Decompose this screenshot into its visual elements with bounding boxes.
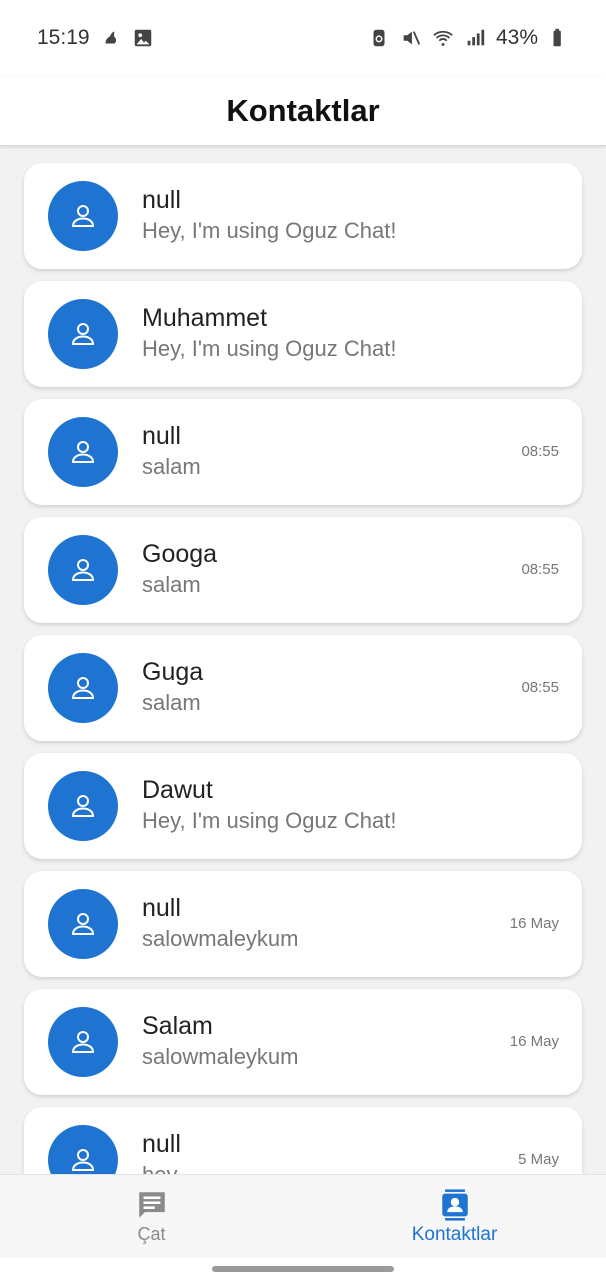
- contact-message: salam: [142, 572, 201, 597]
- contact-texts: Salam salowmaleykum: [142, 1011, 299, 1071]
- contacts-icon: [441, 1188, 468, 1221]
- app-bar: Kontaktlar: [0, 76, 606, 146]
- contact-message: salowmaleykum: [142, 1044, 299, 1069]
- contact-texts: null salowmaleykum: [142, 893, 299, 953]
- contact-message: salowmaleykum: [142, 926, 299, 951]
- contact-name: null: [142, 894, 181, 922]
- contact-message: hey: [142, 1161, 181, 1174]
- page-title: Kontaktlar: [226, 92, 380, 128]
- contact-texts: Dawut Hey, I'm using Oguz Chat!: [142, 775, 396, 835]
- contact-name: Salam: [142, 1012, 213, 1040]
- signal-icon: [464, 27, 486, 49]
- person-icon: [71, 441, 95, 463]
- person-icon: [71, 323, 95, 345]
- contact-texts: null Hey, I'm using Oguz Chat!: [142, 185, 396, 245]
- contact-texts: Guga salam: [142, 657, 203, 717]
- contact-time: 16 May: [509, 915, 559, 932]
- contact-card[interactable]: null Hey, I'm using Oguz Chat!: [24, 163, 582, 269]
- battery-icon: [548, 27, 570, 49]
- status-left: 15:19: [37, 26, 154, 50]
- battery-saver-icon: [368, 27, 390, 49]
- mute-icon: [400, 27, 422, 49]
- person-icon: [71, 205, 95, 227]
- avatar: [48, 771, 118, 841]
- image-icon: [132, 27, 154, 49]
- avatar: [48, 653, 118, 723]
- avatar: [48, 299, 118, 369]
- contact-name: Muhammet: [142, 304, 268, 332]
- avatar: [48, 181, 118, 251]
- status-bar: 15:19 43%: [0, 0, 606, 76]
- contact-name: Googa: [142, 540, 218, 568]
- chat-icon: [138, 1192, 165, 1218]
- notification-icon: [100, 27, 122, 49]
- status-right: 43%: [368, 26, 570, 50]
- contact-card[interactable]: Salam salowmaleykum 16 May: [24, 989, 582, 1095]
- person-icon: [71, 1149, 95, 1171]
- contact-list[interactable]: null Hey, I'm using Oguz Chat! Muhammet …: [0, 147, 606, 1174]
- contact-message: salam: [142, 690, 201, 715]
- contact-message: Hey, I'm using Oguz Chat!: [142, 808, 397, 833]
- contact-message: Hey, I'm using Oguz Chat!: [142, 336, 397, 361]
- contact-card[interactable]: null salowmaleykum 16 May: [24, 871, 582, 977]
- contact-card[interactable]: Guga salam 08:55: [24, 635, 582, 741]
- person-icon: [71, 1031, 95, 1053]
- contact-time: 08:55: [521, 679, 559, 696]
- contact-card[interactable]: null salam 08:55: [24, 399, 582, 505]
- contact-message: Hey, I'm using Oguz Chat!: [142, 218, 397, 243]
- contact-time: 08:55: [521, 443, 559, 460]
- battery-percent: 43%: [495, 26, 538, 49]
- contact-texts: Googa salam: [142, 539, 217, 599]
- contact-time: 16 May: [509, 1033, 559, 1050]
- contact-name: null: [142, 422, 181, 450]
- home-indicator[interactable]: [212, 1266, 394, 1272]
- contact-name: Dawut: [142, 776, 213, 804]
- nav-item-contacts[interactable]: Kontaktlar: [303, 1175, 606, 1258]
- bottom-navigation: Çat Kontaktlar: [0, 1174, 606, 1258]
- avatar: [48, 417, 118, 487]
- contact-time: 5 May: [518, 1151, 559, 1168]
- contact-texts: null salam: [142, 421, 201, 481]
- contact-card[interactable]: null hey 5 May: [24, 1107, 582, 1174]
- wifi-icon: [432, 27, 454, 49]
- person-icon: [71, 913, 95, 935]
- contact-card[interactable]: Googa salam 08:55: [24, 517, 582, 623]
- nav-label-chat: Çat: [137, 1224, 166, 1244]
- contact-card[interactable]: Muhammet Hey, I'm using Oguz Chat!: [24, 281, 582, 387]
- contact-card[interactable]: Dawut Hey, I'm using Oguz Chat!: [24, 753, 582, 859]
- status-time: 15:19: [37, 26, 90, 49]
- contact-message: salam: [142, 454, 201, 479]
- person-icon: [71, 559, 95, 581]
- contact-time: 08:55: [521, 561, 559, 578]
- contact-texts: null hey: [142, 1129, 181, 1174]
- contact-name: null: [142, 1130, 181, 1158]
- contact-name: null: [142, 186, 181, 214]
- avatar: [48, 535, 118, 605]
- person-icon: [71, 795, 95, 817]
- avatar: [48, 1125, 118, 1174]
- nav-item-chat[interactable]: Çat: [0, 1175, 303, 1258]
- contact-name: Guga: [142, 658, 204, 686]
- person-icon: [71, 677, 95, 699]
- avatar: [48, 889, 118, 959]
- avatar: [48, 1007, 118, 1077]
- contact-texts: Muhammet Hey, I'm using Oguz Chat!: [142, 303, 396, 363]
- nav-label-contacts: Kontaktlar: [411, 1223, 498, 1245]
